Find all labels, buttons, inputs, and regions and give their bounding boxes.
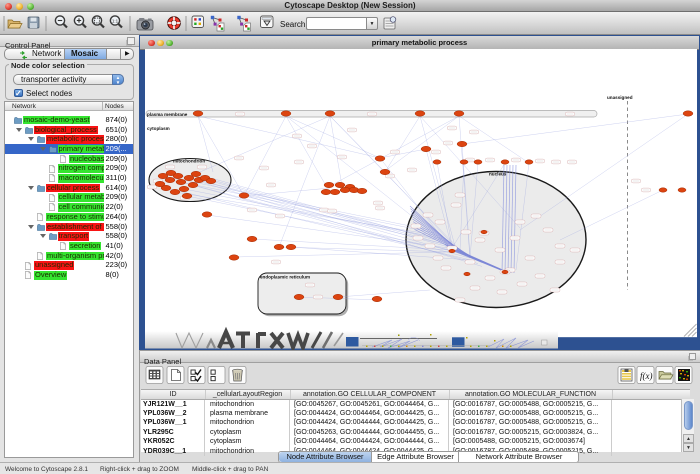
svg-text:f(x): f(x) [640,371,653,381]
svg-text:mitochondrion: mitochondrion [173,159,205,164]
svg-text:1:1: 1:1 [112,18,119,23]
svg-text:plasma membrane: plasma membrane [147,112,188,117]
svg-text:unassigned: unassigned [607,95,633,100]
svg-text:endoplasmic reticulum: endoplasmic reticulum [260,275,310,280]
svg-text:cytoplasm: cytoplasm [147,126,170,131]
